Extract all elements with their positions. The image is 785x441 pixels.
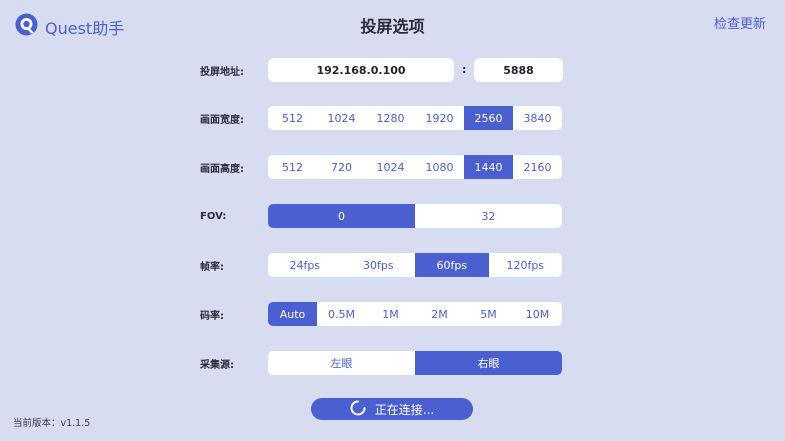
bitrate-option-2m[interactable]: 2M (415, 302, 464, 326)
height-option-1024[interactable]: 1024 (366, 155, 415, 179)
source-label: 采集源: (200, 359, 234, 371)
framerate-row: 帧率: (200, 253, 268, 277)
address-separator: : (462, 63, 467, 76)
height-option-512[interactable]: 512 (268, 155, 317, 179)
width-option-512[interactable]: 512 (268, 106, 317, 130)
width-option-3840[interactable]: 3840 (513, 106, 562, 130)
bitrate-option-0-5m[interactable]: 0.5M (317, 302, 366, 326)
spinner-icon (350, 400, 366, 419)
width-row: 画面宽度: (200, 106, 268, 130)
framerate-option-24fps[interactable]: 24fps (268, 253, 342, 277)
connect-button[interactable]: 正在连接... (311, 398, 473, 420)
bitrate-option-1m[interactable]: 1M (366, 302, 415, 326)
width-options: 512 1024 1280 1920 2560 3840 (268, 106, 562, 130)
bitrate-option-auto[interactable]: Auto (268, 302, 317, 326)
framerate-options: 24fps 30fps 60fps 120fps (268, 253, 562, 277)
source-option-left-eye[interactable]: 左眼 (268, 351, 415, 375)
bitrate-label: 码率: (200, 310, 224, 322)
page-title: 投屏选项 (360, 17, 425, 36)
width-option-2560[interactable]: 2560 (464, 106, 513, 130)
framerate-label: 帧率: (200, 261, 224, 273)
bitrate-option-5m[interactable]: 5M (464, 302, 513, 326)
fov-row: FOV: (200, 204, 268, 228)
height-options: 512 720 1024 1080 1440 2160 (268, 155, 562, 179)
bitrate-row: 码率: (200, 302, 268, 326)
height-option-1440[interactable]: 1440 (464, 155, 513, 179)
height-row: 画面高度: (200, 155, 268, 179)
address-label: 投屏地址: (200, 66, 244, 78)
version-label: 当前版本：v1.1.5 (13, 418, 91, 429)
framerate-option-120fps[interactable]: 120fps (489, 253, 563, 277)
check-update-link[interactable]: 检查更新 (714, 13, 766, 32)
fov-options: 0 32 (268, 204, 562, 228)
height-option-1080[interactable]: 1080 (415, 155, 464, 179)
height-label: 画面高度: (200, 163, 244, 175)
bitrate-options: Auto 0.5M 1M 2M 5M 10M (268, 302, 562, 326)
fov-option-0[interactable]: 0 (268, 204, 415, 228)
source-options: 左眼 右眼 (268, 351, 562, 375)
framerate-option-60fps[interactable]: 60fps (415, 253, 489, 277)
fov-option-32[interactable]: 32 (415, 204, 562, 228)
address-row: 投屏地址: (200, 58, 268, 82)
connect-label: 正在连接... (374, 402, 435, 417)
height-option-2160[interactable]: 2160 (513, 155, 562, 179)
port-input[interactable]: 5888 (474, 58, 563, 82)
ip-address-input[interactable]: 192.168.0.100 (268, 58, 454, 82)
framerate-option-30fps[interactable]: 30fps (342, 253, 416, 277)
width-option-1280[interactable]: 1280 (366, 106, 415, 130)
bitrate-option-10m[interactable]: 10M (513, 302, 562, 326)
source-row: 采集源: (200, 351, 268, 375)
width-label: 画面宽度: (200, 114, 244, 126)
width-option-1920[interactable]: 1920 (415, 106, 464, 130)
fov-label: FOV: (200, 210, 227, 222)
height-option-720[interactable]: 720 (317, 155, 366, 179)
width-option-1024[interactable]: 1024 (317, 106, 366, 130)
source-option-right-eye[interactable]: 右眼 (415, 351, 562, 375)
